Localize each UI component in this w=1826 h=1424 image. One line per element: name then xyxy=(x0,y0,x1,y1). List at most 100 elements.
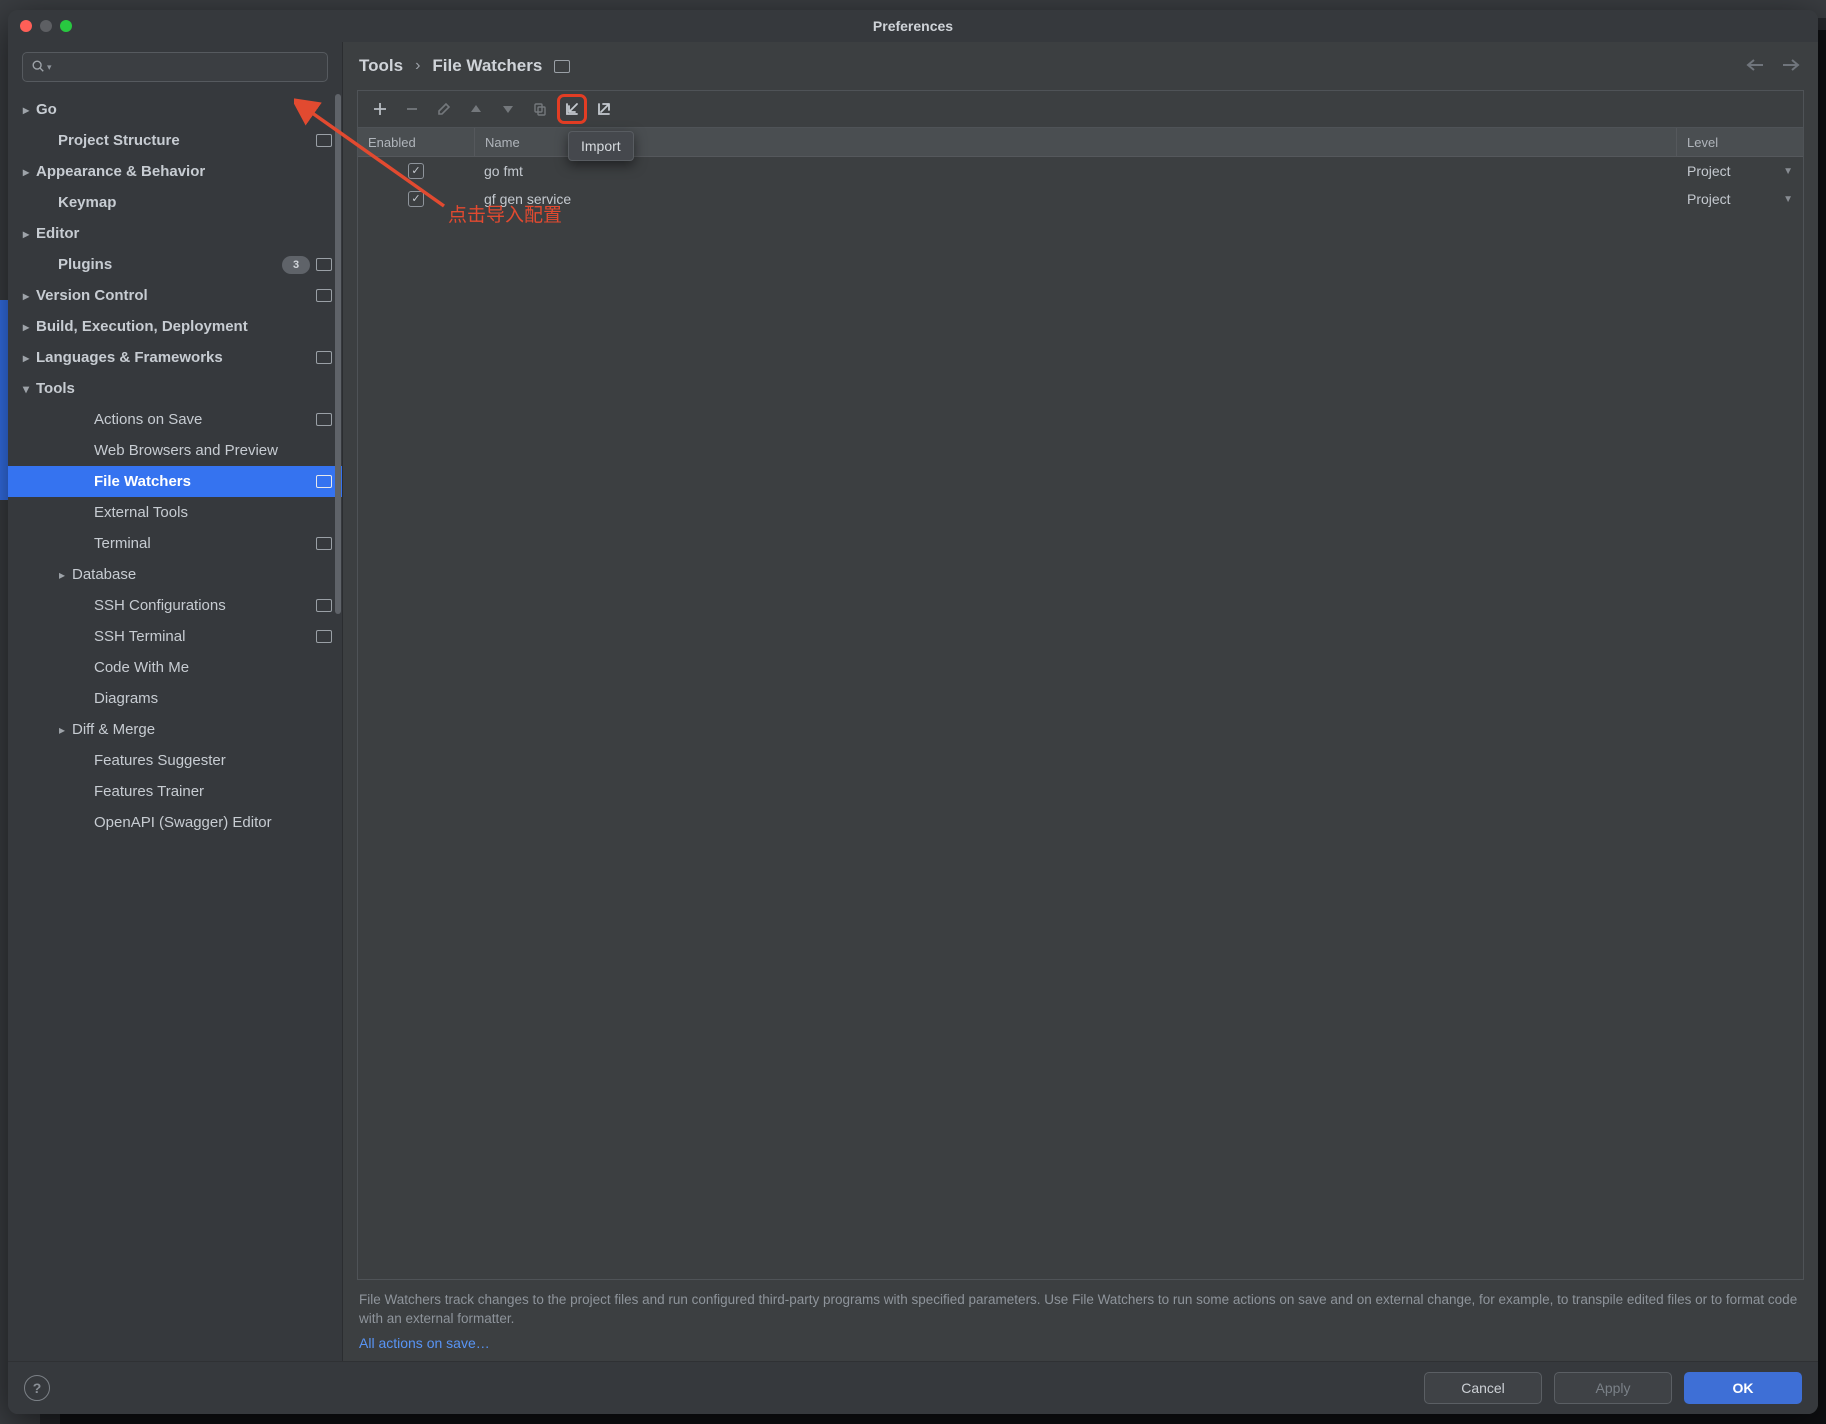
enabled-checkbox[interactable] xyxy=(408,163,424,179)
window-title: Preferences xyxy=(8,18,1818,34)
sidebar-item-label: Editor xyxy=(36,225,332,242)
add-button[interactable] xyxy=(366,95,394,123)
back-icon[interactable] xyxy=(1746,58,1764,75)
titlebar: Preferences xyxy=(8,10,1818,42)
sidebar-item[interactable]: Appearance & Behavior xyxy=(8,156,342,187)
sidebar-item[interactable]: External Tools xyxy=(8,497,342,528)
watcher-name: gf gen service xyxy=(474,191,1677,207)
project-scope-icon xyxy=(554,60,570,73)
sidebar-item[interactable]: Web Browsers and Preview xyxy=(8,435,342,466)
table-body: go fmt Project ▼ gf gen service Project ▼ xyxy=(358,157,1803,1279)
forward-icon[interactable] xyxy=(1782,58,1800,75)
sidebar-item-label: Actions on Save xyxy=(94,411,316,428)
chevron-right-icon xyxy=(52,568,72,582)
preferences-window: Preferences ▾ Go Project Structure Appeara… xyxy=(8,10,1818,1414)
sidebar-item[interactable]: Languages & Frameworks xyxy=(8,342,342,373)
sidebar-item[interactable]: Build, Execution, Deployment xyxy=(8,311,342,342)
sidebar-item[interactable]: Version Control xyxy=(8,280,342,311)
sidebar-item[interactable]: Diagrams xyxy=(8,683,342,714)
sidebar-item[interactable]: Project Structure xyxy=(8,125,342,156)
sidebar-item-label: Tools xyxy=(36,380,332,397)
sidebar-item[interactable]: Plugins3 xyxy=(8,249,342,280)
project-scope-icon xyxy=(316,630,332,643)
sidebar-item[interactable]: Features Trainer xyxy=(8,776,342,807)
level-select[interactable]: Project ▼ xyxy=(1687,191,1793,207)
sidebar-item[interactable]: Database xyxy=(8,559,342,590)
breadcrumb: Tools › File Watchers xyxy=(359,56,570,76)
chevron-right-icon xyxy=(52,723,72,737)
chevron-down-icon[interactable]: ▼ xyxy=(1783,166,1793,177)
sidebar-item-label: OpenAPI (Swagger) Editor xyxy=(94,814,332,831)
remove-button[interactable] xyxy=(398,95,426,123)
sidebar-item[interactable]: Features Suggester xyxy=(8,745,342,776)
col-name[interactable]: Name xyxy=(475,128,1677,156)
sidebar-item-label: External Tools xyxy=(94,504,332,521)
sidebar-item-label: Database xyxy=(72,566,332,583)
sidebar-item[interactable]: Code With Me xyxy=(8,652,342,683)
search-input[interactable]: ▾ xyxy=(22,52,328,82)
import-button[interactable] xyxy=(558,95,586,123)
sidebar-item-label: Diagrams xyxy=(94,690,332,707)
ok-button[interactable]: OK xyxy=(1684,1372,1802,1404)
sidebar-item[interactable]: File Watchers xyxy=(8,466,342,497)
sidebar-item-label: Appearance & Behavior xyxy=(36,163,332,180)
sidebar-item[interactable]: Tools xyxy=(8,373,342,404)
copy-button[interactable] xyxy=(526,95,554,123)
sidebar-item[interactable]: Go xyxy=(8,94,342,125)
scrollbar[interactable] xyxy=(334,90,342,1361)
file-watchers-table-panel: Import Enabled Name Level go fmt Project ▼… xyxy=(357,90,1804,1280)
sidebar-item[interactable]: Terminal xyxy=(8,528,342,559)
project-scope-icon xyxy=(316,134,332,147)
table-row[interactable]: go fmt Project ▼ xyxy=(358,157,1803,185)
col-level[interactable]: Level xyxy=(1677,128,1803,156)
sidebar-item[interactable]: Editor xyxy=(8,218,342,249)
chevron-down-icon xyxy=(16,382,36,396)
export-button[interactable] xyxy=(590,95,618,123)
sidebar-item[interactable]: OpenAPI (Swagger) Editor xyxy=(8,807,342,838)
description: File Watchers track changes to the proje… xyxy=(343,1280,1818,1331)
move-up-button[interactable] xyxy=(462,95,490,123)
enabled-checkbox[interactable] xyxy=(408,191,424,207)
settings-tree[interactable]: Go Project Structure Appearance & Behavior… xyxy=(8,90,342,1361)
move-down-button[interactable] xyxy=(494,95,522,123)
sidebar-item-label: Features Suggester xyxy=(94,752,332,769)
search-field[interactable] xyxy=(54,58,319,76)
level-select[interactable]: Project ▼ xyxy=(1687,163,1793,179)
project-scope-icon xyxy=(316,413,332,426)
sidebar-item-label: Go xyxy=(36,101,332,118)
project-scope-icon xyxy=(316,351,332,364)
sidebar: ▾ Go Project Structure Appearance & Behavi… xyxy=(8,42,343,1361)
chevron-down-icon[interactable]: ▼ xyxy=(1783,194,1793,205)
sidebar-item[interactable]: Actions on Save xyxy=(8,404,342,435)
apply-button[interactable]: Apply xyxy=(1554,1372,1672,1404)
project-scope-icon xyxy=(316,289,332,302)
help-button[interactable]: ? xyxy=(24,1375,50,1401)
sidebar-item[interactable]: SSH Terminal xyxy=(8,621,342,652)
sidebar-item-label: Terminal xyxy=(94,535,316,552)
level-label: Project xyxy=(1687,163,1731,179)
breadcrumb-root[interactable]: Tools xyxy=(359,56,403,76)
chevron-down-icon: ▾ xyxy=(47,62,52,73)
toolbar: Import xyxy=(358,91,1803,128)
sidebar-item[interactable]: Diff & Merge xyxy=(8,714,342,745)
sidebar-item[interactable]: SSH Configurations xyxy=(8,590,342,621)
sidebar-item-label: Web Browsers and Preview xyxy=(94,442,332,459)
sidebar-item-label: SSH Terminal xyxy=(94,628,316,645)
all-actions-link[interactable]: All actions on save… xyxy=(343,1331,1818,1361)
sidebar-item-label: Diff & Merge xyxy=(72,721,332,738)
watcher-name: go fmt xyxy=(474,163,1677,179)
sidebar-item-label: Code With Me xyxy=(94,659,332,676)
level-label: Project xyxy=(1687,191,1731,207)
sidebar-item-label: Build, Execution, Deployment xyxy=(36,318,332,335)
project-scope-icon xyxy=(316,599,332,612)
sidebar-item-label: Plugins xyxy=(58,256,282,273)
chevron-right-icon xyxy=(16,165,36,179)
sidebar-item[interactable]: Keymap xyxy=(8,187,342,218)
col-enabled[interactable]: Enabled xyxy=(358,128,475,156)
sidebar-item-label: File Watchers xyxy=(94,473,316,490)
sidebar-item-label: Keymap xyxy=(58,194,332,211)
edit-button[interactable] xyxy=(430,95,458,123)
search-icon xyxy=(31,59,45,76)
cancel-button[interactable]: Cancel xyxy=(1424,1372,1542,1404)
table-row[interactable]: gf gen service Project ▼ xyxy=(358,185,1803,213)
